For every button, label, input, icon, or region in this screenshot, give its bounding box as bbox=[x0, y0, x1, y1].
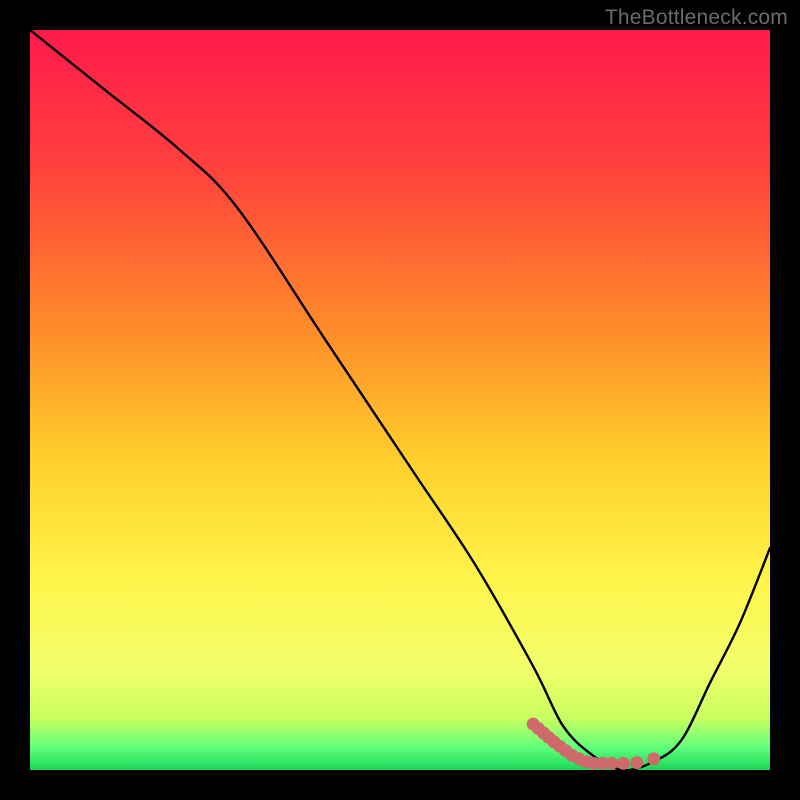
chart-frame bbox=[30, 30, 770, 770]
watermark-text: TheBottleneck.com bbox=[605, 6, 788, 30]
chart-background bbox=[30, 30, 770, 770]
marker-dot bbox=[630, 756, 643, 769]
marker-dot bbox=[617, 757, 630, 770]
bottleneck-chart bbox=[30, 30, 770, 770]
marker-dot bbox=[647, 752, 660, 765]
marker-dot bbox=[605, 757, 618, 770]
